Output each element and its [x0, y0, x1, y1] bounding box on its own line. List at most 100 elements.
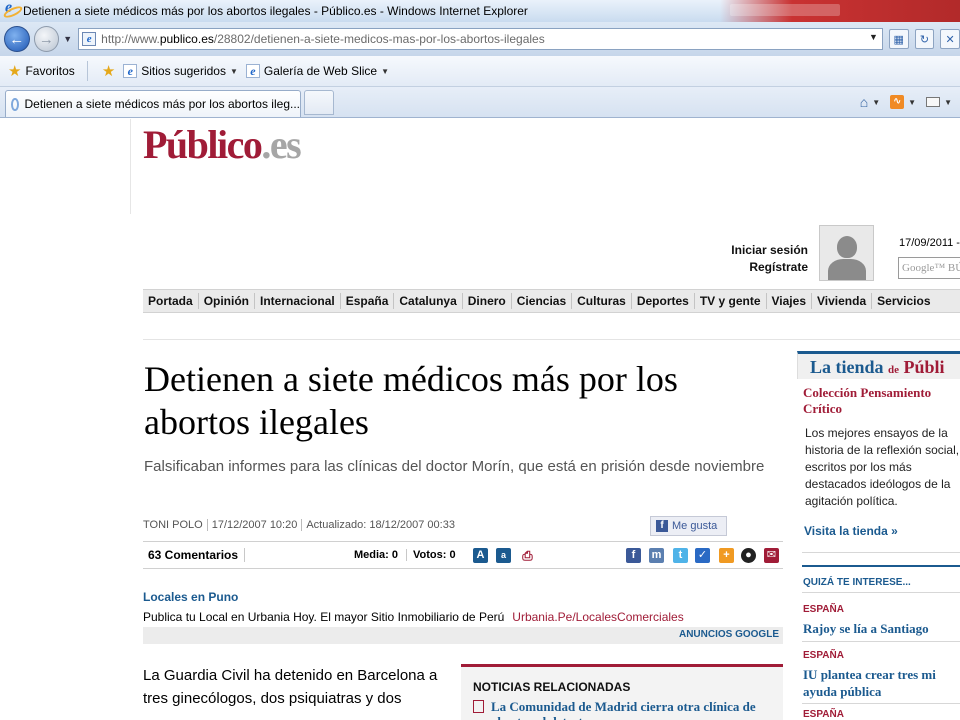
logo-tld: .es — [261, 122, 301, 167]
login-link[interactable]: Iniciar sesión — [731, 242, 808, 259]
share-icon[interactable]: + — [719, 548, 734, 563]
related-news-headline: La Comunidad de Madrid cierra otra clíni… — [491, 699, 756, 720]
article-byline: TONI POLO 17/12/2007 10:20 Actualizado: 18… — [143, 519, 459, 531]
facebook-share-icon[interactable]: f — [626, 548, 641, 563]
suggestion-category[interactable]: ESPAÑA — [803, 709, 844, 720]
nav-item-deportes[interactable]: Deportes — [632, 293, 695, 309]
author[interactable]: TONI POLO — [143, 519, 207, 531]
divider — [802, 565, 960, 567]
article-toolbar: 63 Comentarios Media: 0 Votos: 0 A a ⎙ f … — [143, 541, 783, 569]
nav-item-portada[interactable]: Portada — [143, 293, 199, 309]
star-icon: ★ — [8, 63, 22, 80]
chevron-down-icon[interactable]: ▼ — [944, 98, 952, 107]
url-path: /28802/detienen-a-siete-medicos-mas-por-… — [213, 32, 545, 46]
current-date: 17/09/2011 - — [899, 237, 960, 249]
forward-button[interactable]: → — [33, 26, 60, 52]
article-headline: Detienen a siete médicos más por los abo… — [144, 359, 678, 442]
font-decrease-icon[interactable]: a — [496, 548, 511, 563]
favorites-bar: ★ Favoritos ★ e Sitios sugeridos ▼ e Gal… — [0, 56, 960, 87]
logo-brand: Público — [143, 122, 263, 167]
nav-item-viajes[interactable]: Viajes — [767, 293, 812, 309]
reddit-icon[interactable]: ● — [741, 548, 756, 563]
ads-label[interactable]: ANUNCIOS GOOGLE — [143, 627, 783, 644]
nav-item-culturas[interactable]: Culturas — [572, 293, 632, 309]
rating: Media: 0 Votos: 0 — [354, 549, 456, 561]
store-banner[interactable]: La tienda de Públi — [797, 351, 960, 379]
web-slice-gallery-button[interactable]: e Galería de Web Slice ▼ — [245, 64, 389, 78]
vote-count: Votos: 0 — [406, 549, 456, 561]
compatibility-view-icon[interactable]: ▦ — [888, 29, 909, 49]
back-button[interactable]: ← — [4, 26, 30, 52]
url-prefix: http://www. — [101, 32, 160, 46]
new-tab-button[interactable] — [304, 90, 334, 115]
search-input[interactable]: Google™ BÚ — [898, 257, 960, 279]
published-date: 17/12/2007 10:20 — [206, 519, 302, 531]
mail-icon[interactable] — [926, 97, 941, 107]
address-input[interactable]: e http://www. publico.es/28802/detienen-a… — [78, 28, 883, 50]
nav-item-dinero[interactable]: Dinero — [463, 293, 512, 309]
nav-item-opinion[interactable]: Opinión — [199, 293, 256, 309]
suggested-sites-button[interactable]: e Sitios sugeridos ▼ — [123, 64, 238, 78]
address-dropdown-icon[interactable]: ▼ — [869, 32, 878, 42]
suggested-sites-label: Sitios sugeridos — [141, 64, 226, 78]
suggestion-headline[interactable]: Rajoy se lía a Santiago — [803, 621, 960, 637]
document-icon — [473, 700, 484, 713]
suggestions-title: QUIZÁ TE INTERESE... — [803, 577, 911, 588]
ie-page-icon: e — [123, 64, 138, 78]
facebook-like-button[interactable]: f Me gusta — [650, 516, 727, 536]
nav-item-vivienda[interactable]: Vivienda — [812, 293, 873, 309]
tab-article[interactable]: Detienen a siete médicos más por los abo… — [5, 90, 301, 117]
ad-text: Publica tu Local en Urbania Hoy. El mayo… — [143, 610, 684, 624]
refresh-icon[interactable]: ↻ — [914, 29, 935, 49]
divider — [802, 552, 960, 553]
sidebar: La tienda de Públi Colección Pensamiento… — [797, 351, 960, 720]
home-icon[interactable]: ⌂ — [860, 94, 868, 110]
recent-pages-dropdown-icon[interactable]: ▼ — [63, 34, 72, 44]
ad-title[interactable]: Locales en Puno — [143, 590, 238, 604]
bookmark-icon[interactable]: ✓ — [695, 548, 710, 563]
twitter-icon[interactable]: t — [673, 548, 688, 563]
loading-icon — [11, 97, 19, 111]
suggestion-category[interactable]: ESPAÑA — [803, 650, 844, 661]
nav-item-internacional[interactable]: Internacional — [255, 293, 341, 309]
stop-icon[interactable]: ✕ — [940, 29, 960, 49]
updated-date: Actualizado: 18/12/2007 00:33 — [301, 519, 459, 531]
nav-item-tv-y-gente[interactable]: TV y gente — [695, 293, 767, 309]
meneame-icon[interactable]: m — [649, 548, 664, 563]
suggestion-category[interactable]: ESPAÑA — [803, 604, 844, 615]
print-icon[interactable]: ⎙ — [520, 548, 535, 563]
store-title: La tienda — [810, 357, 884, 377]
divider — [802, 641, 960, 642]
font-increase-icon[interactable]: A — [473, 548, 488, 563]
register-link[interactable]: Regístrate — [731, 259, 808, 276]
avatar[interactable] — [819, 225, 874, 281]
page-icon: e — [82, 32, 97, 46]
nav-item-catalunya[interactable]: Catalunya — [394, 293, 463, 309]
rss-feed-icon[interactable]: ∿ — [890, 95, 905, 109]
email-icon[interactable]: ✉ — [764, 548, 779, 563]
chevron-down-icon[interactable]: ▼ — [908, 98, 916, 107]
facebook-icon: f — [656, 520, 668, 532]
window-controls-area — [720, 0, 960, 22]
store-collection-title[interactable]: Colección Pensamiento Crítico — [803, 385, 960, 417]
visit-store-link[interactable]: Visita la tienda » — [804, 524, 898, 538]
ad-url[interactable]: Urbania.Pe/LocalesComerciales — [512, 610, 683, 624]
ie-page-icon: e — [245, 64, 260, 78]
comments-link[interactable]: 63 Comentarios — [143, 548, 246, 562]
suggestion-headline-continued[interactable]: ayuda pública — [803, 684, 960, 700]
favorites-button[interactable]: ★ Favoritos — [8, 62, 75, 80]
related-news-title: NOTICIAS RELACIONADAS — [473, 680, 631, 694]
nav-item-servicios[interactable]: Servicios — [872, 293, 935, 309]
nav-item-ciencias[interactable]: Ciencias — [512, 293, 573, 309]
nav-item-espana[interactable]: España — [341, 293, 395, 309]
chevron-down-icon[interactable]: ▼ — [872, 98, 880, 107]
account-links: Iniciar sesión Regístrate — [731, 242, 808, 276]
toolbar-separator — [86, 61, 88, 81]
window-titlebar: Detienen a siete médicos más por los abo… — [0, 0, 960, 22]
related-news-item[interactable]: La Comunidad de Madrid cierra otra clíni… — [473, 699, 783, 720]
add-to-favorites-icon[interactable]: ★ — [102, 62, 115, 80]
chevron-down-icon: ▼ — [381, 66, 389, 76]
suggestion-headline[interactable]: IU plantea crear tres mi — [803, 667, 960, 683]
site-logo[interactable]: Público.es — [143, 122, 302, 167]
divider — [802, 703, 960, 704]
